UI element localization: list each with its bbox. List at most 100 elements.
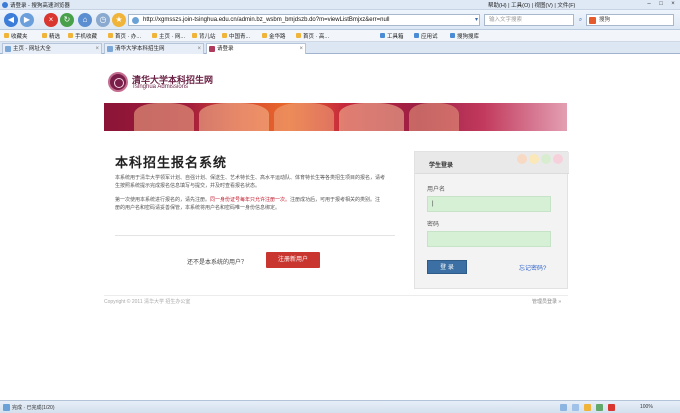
tab-home[interactable]: 主页 - 网址大全 × bbox=[2, 43, 102, 54]
crowd-shape bbox=[134, 103, 194, 131]
dropdown-icon[interactable]: ▾ bbox=[472, 15, 481, 25]
register-instructions: 第一次使用本系统进行报名的，请先注册。同一身份证号每年只允许注册一次。注册成功后… bbox=[115, 197, 381, 211]
page-icon bbox=[152, 33, 157, 38]
page-title: 本科招生报名系统 bbox=[115, 155, 228, 170]
register-button[interactable]: 注册新用户 bbox=[266, 252, 320, 268]
status-tool-icon[interactable] bbox=[596, 404, 603, 411]
minimize-icon[interactable]: – bbox=[644, 1, 654, 8]
url-text: http://xgmsszs.join-tsinghua.edu.cn/admi… bbox=[143, 17, 390, 23]
decoration-circle-icon bbox=[541, 154, 551, 164]
stop-icon[interactable]: × bbox=[44, 13, 58, 27]
status-tool-icon[interactable] bbox=[560, 404, 567, 411]
search-engine-value: 搜狗 bbox=[599, 17, 611, 23]
logo-english: Tsinghua Admissions bbox=[132, 84, 189, 90]
favorite-item[interactable]: 背儿站 bbox=[192, 32, 216, 40]
browser-navbar: ◀ ▶ × ↻ ⌂ ◷ ★ http://xgmsszs.join-tsingh… bbox=[0, 10, 680, 30]
password-field[interactable] bbox=[427, 231, 551, 247]
footer-divider bbox=[104, 295, 568, 296]
decoration-circle-icon bbox=[517, 154, 527, 164]
close-tab-icon[interactable]: × bbox=[95, 44, 99, 54]
favorite-star-icon[interactable]: ★ bbox=[112, 13, 126, 27]
tab-login[interactable]: 请登录 × bbox=[206, 43, 306, 54]
sogou-search-button[interactable]: 搜狗搜库 bbox=[450, 32, 479, 40]
crowd-shape bbox=[199, 103, 269, 131]
history-icon[interactable]: ◷ bbox=[96, 13, 110, 27]
status-text: 完成 · 已完成(1/20) bbox=[12, 405, 55, 411]
page-icon bbox=[262, 33, 267, 38]
crowd-shape bbox=[339, 103, 404, 131]
favorite-item[interactable]: 金华路 bbox=[262, 32, 286, 40]
decoration-circle-icon bbox=[529, 154, 539, 164]
sogou-search-icon bbox=[450, 33, 455, 38]
favorite-item[interactable]: 手机收藏 bbox=[68, 32, 97, 40]
tsinghua-seal-icon bbox=[108, 72, 128, 92]
favorites-bar: 收藏夹 精选 手机收藏 首页 · 办... 主页 · 网... 背儿站 中国青.… bbox=[0, 30, 680, 42]
login-panel: 学生登录 用户名 | 密码 登 录 忘记密码? bbox=[414, 151, 569, 289]
close-tab-icon[interactable]: × bbox=[197, 44, 201, 54]
window-title: 请登录 - 搜狗高速浏览器 bbox=[10, 3, 70, 9]
maximize-icon[interactable]: □ bbox=[656, 1, 666, 8]
login-title: 学生登录 bbox=[429, 163, 454, 169]
search-icon[interactable]: ⌕ bbox=[576, 15, 585, 25]
close-tab-icon[interactable]: × bbox=[299, 44, 303, 54]
tab-page-icon bbox=[5, 46, 11, 52]
tab-tsinghua[interactable]: 清华大学本科招生网 × bbox=[104, 43, 204, 54]
globe-icon bbox=[132, 17, 139, 24]
page-content: 清华大学本科招生网 Tsinghua Admissions 本科招生报名系统 本… bbox=[0, 55, 680, 400]
browser-menu[interactable]: 帮助(H) | 工具(O) | 视图(V) | 文件(F) bbox=[488, 1, 575, 9]
toolbox-button[interactable]: 工具箱 bbox=[380, 32, 404, 40]
address-bar[interactable]: http://xgmsszs.join-tsinghua.edu.cn/admi… bbox=[128, 14, 480, 26]
banner-image bbox=[104, 103, 567, 131]
favorite-item[interactable]: 主页 · 网... bbox=[152, 32, 185, 40]
home-icon[interactable]: ⌂ bbox=[78, 13, 92, 27]
folder-icon bbox=[42, 33, 47, 38]
page-icon bbox=[222, 33, 227, 38]
tab-page-icon bbox=[107, 46, 113, 52]
refresh-icon[interactable]: ↻ bbox=[60, 13, 74, 27]
page-icon bbox=[296, 33, 301, 38]
browser-statusbar: 完成 · 已完成(1/20) 100% bbox=[0, 400, 680, 413]
zoom-level[interactable]: 100% bbox=[640, 404, 653, 410]
favorite-item[interactable]: 首页 · 办... bbox=[108, 32, 141, 40]
page-icon bbox=[108, 33, 113, 38]
app-icon bbox=[414, 33, 419, 38]
search-engine-input[interactable]: 搜狗 bbox=[586, 14, 674, 26]
search-input[interactable]: 输入文字搜索 bbox=[484, 14, 574, 26]
tab-bar: 主页 - 网址大全 × 清华大学本科招生网 × 请登录 × bbox=[0, 42, 680, 54]
crowd-shape bbox=[274, 103, 334, 131]
admin-login-link[interactable]: 管理员登录 » bbox=[532, 298, 561, 305]
favorite-item[interactable]: 收藏夹 bbox=[4, 32, 28, 40]
copyright-text: Copyright © 2011 清华大学 招生办公室 bbox=[104, 299, 191, 305]
status-globe-icon bbox=[3, 404, 10, 411]
close-window-icon[interactable]: × bbox=[668, 1, 678, 8]
intro-paragraph: 本系统用于清华大学领军计划、自强计划、保送生、艺术特长生、高水平运动队、体育特长… bbox=[115, 175, 386, 189]
username-field[interactable]: | bbox=[427, 196, 551, 212]
browser-app-icon bbox=[2, 2, 8, 8]
decoration-circle-icon bbox=[553, 154, 563, 164]
page-icon bbox=[192, 33, 197, 38]
toolbox-icon bbox=[380, 33, 385, 38]
sogou-icon bbox=[589, 17, 596, 24]
phone-icon bbox=[68, 33, 73, 38]
forward-icon[interactable]: ▶ bbox=[20, 13, 34, 27]
username-label: 用户名 bbox=[427, 187, 446, 193]
status-tool-icon[interactable] bbox=[608, 404, 615, 411]
app-button[interactable]: 应用试 bbox=[414, 32, 438, 40]
register-question: 还不是本系统的用户？ bbox=[187, 260, 248, 266]
tab-page-icon bbox=[209, 46, 215, 52]
login-header: 学生登录 bbox=[415, 152, 569, 174]
star-icon bbox=[4, 33, 9, 38]
register-warning: 同一身份证号每年只允许注册一次。 bbox=[210, 197, 291, 203]
divider bbox=[115, 235, 395, 236]
forgot-password-link[interactable]: 忘记密码? bbox=[519, 263, 546, 272]
status-tool-icon[interactable] bbox=[584, 404, 591, 411]
crowd-shape bbox=[409, 103, 459, 131]
back-icon[interactable]: ◀ bbox=[4, 13, 18, 27]
favorite-item[interactable]: 精选 bbox=[42, 32, 60, 40]
password-label: 密码 bbox=[427, 222, 440, 228]
status-tool-icon[interactable] bbox=[572, 404, 579, 411]
browser-titlebar: 请登录 - 搜狗高速浏览器 帮助(H) | 工具(O) | 视图(V) | 文件… bbox=[0, 0, 680, 10]
favorite-item[interactable]: 首页 · 高... bbox=[296, 32, 329, 40]
login-button[interactable]: 登 录 bbox=[427, 260, 467, 274]
favorite-item[interactable]: 中国青... bbox=[222, 32, 250, 40]
